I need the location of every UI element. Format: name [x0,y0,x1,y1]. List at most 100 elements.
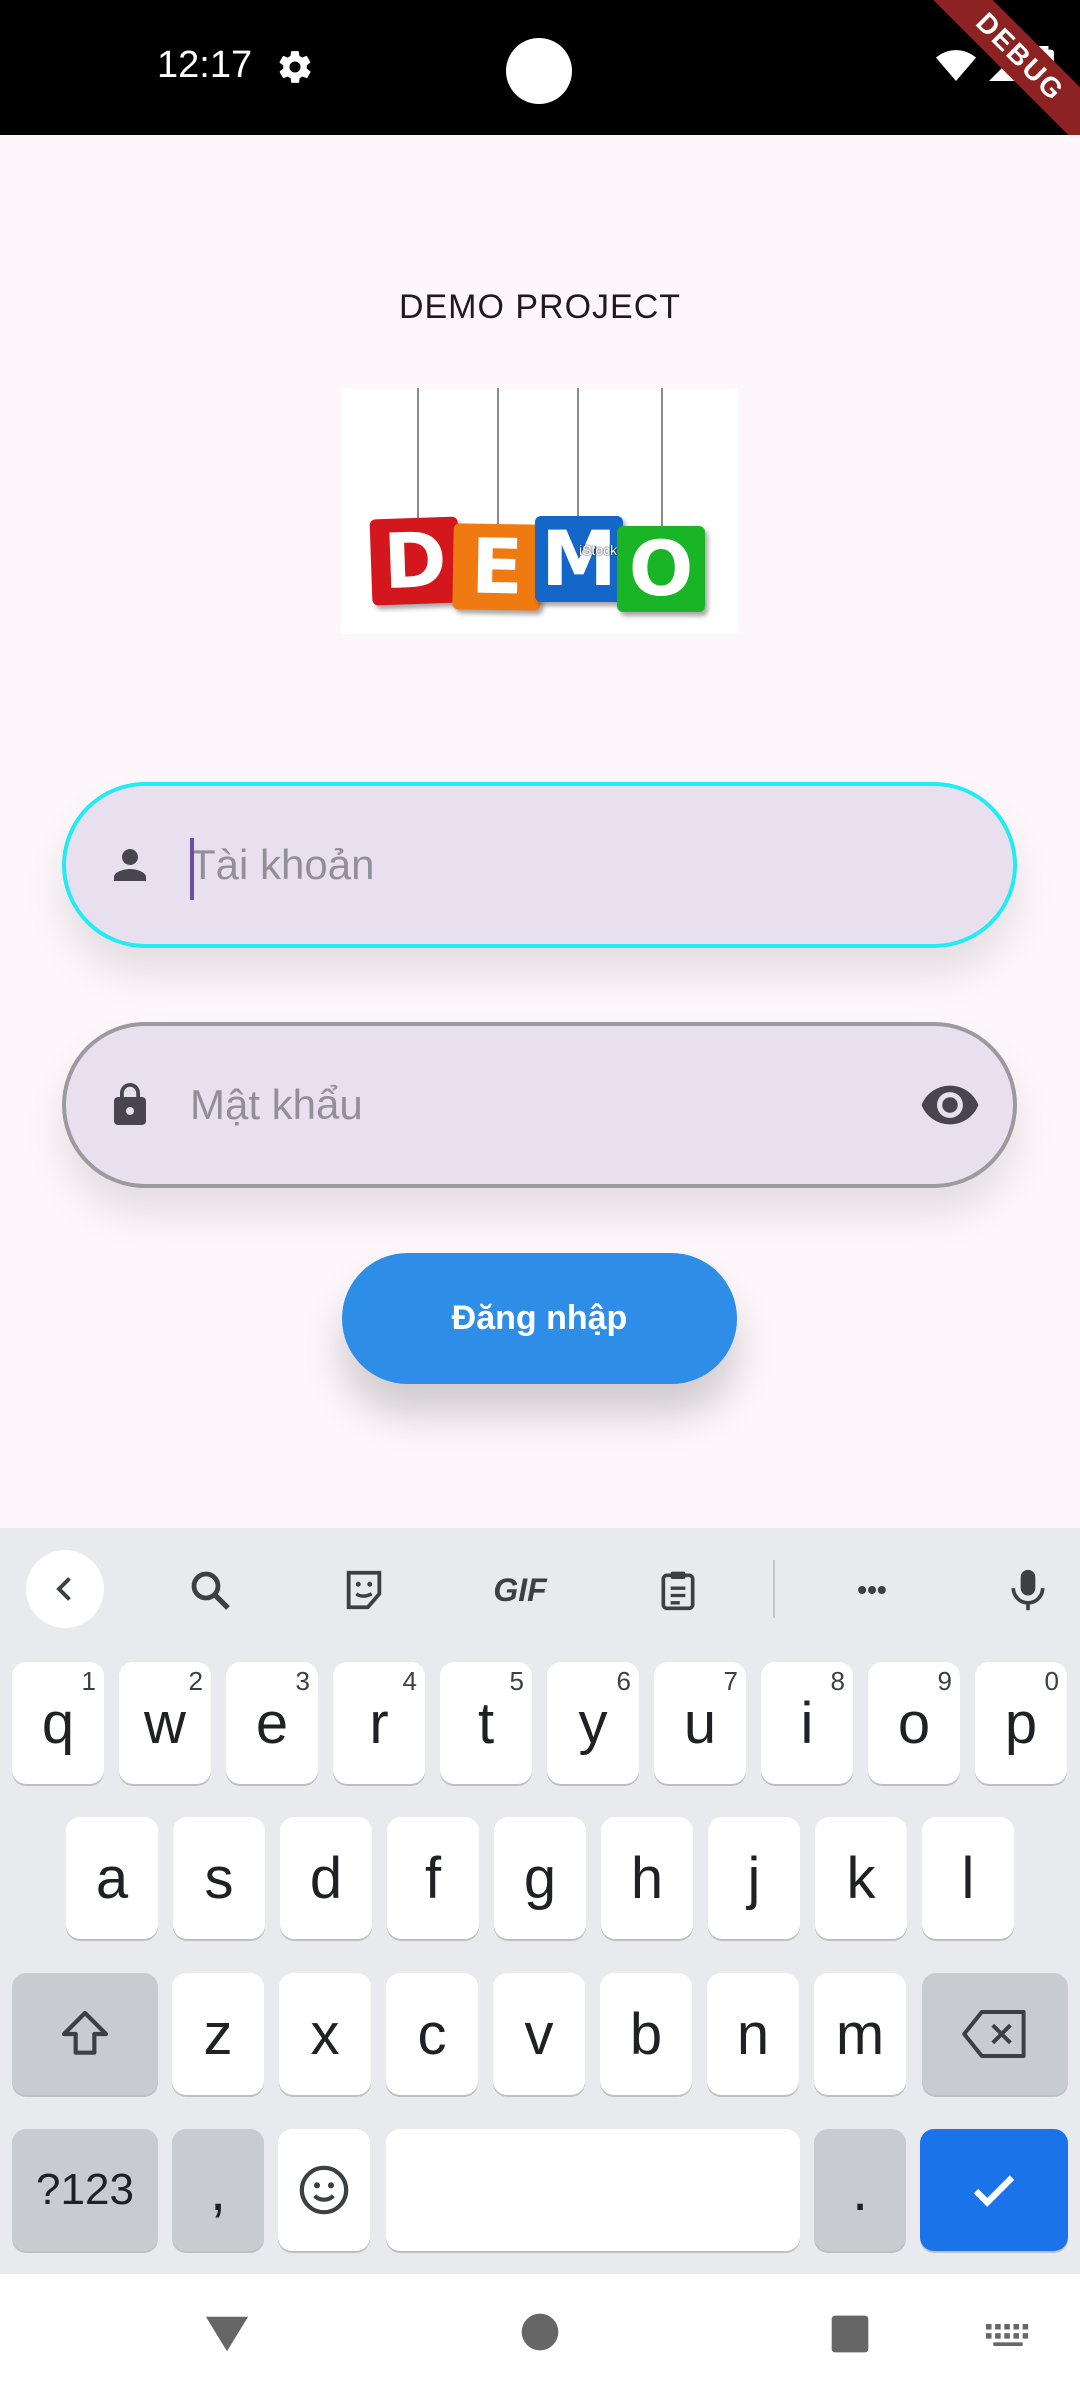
key-number-hint: 0 [1044,1666,1059,1696]
key-l[interactable]: l [922,1817,1014,1939]
key-number-hint: 3 [295,1666,310,1696]
camera-cutout [506,38,572,104]
toolbar-divider [773,1560,775,1618]
hanging-string [417,388,419,524]
show-password-eye-icon[interactable] [919,1074,981,1136]
logo-letter-tile: M [535,516,623,602]
logo-watermark: iStock [579,542,618,558]
keyboard-sticker-button[interactable] [338,1564,390,1616]
shift-key[interactable] [12,1973,158,2095]
key-label: e [255,1690,289,1756]
key-number-hint: 1 [81,1666,96,1696]
clipboard-icon [661,1571,695,1611]
hanging-string [661,388,663,530]
emoji-key[interactable] [278,2129,370,2251]
hanging-string [577,388,579,520]
checkmark-icon [973,2175,1015,2207]
keyboard-back-button[interactable] [26,1550,104,1628]
keyboard-mic-button[interactable] [1002,1564,1054,1616]
key-v[interactable]: v [493,1973,585,2095]
key-d[interactable]: d [280,1817,372,1939]
demo-logo-image: D E M O iStock [341,388,738,634]
username-input[interactable] [190,786,903,944]
key-b[interactable]: b [600,1973,692,2095]
mic-icon [1011,1569,1045,1611]
key-x[interactable]: x [279,1973,371,2095]
comma-key[interactable]: , [172,2129,264,2251]
key-label: y [578,1690,608,1756]
text-caret [190,838,194,900]
backspace-key[interactable] [922,1973,1068,2095]
key-c[interactable]: c [386,1973,478,2095]
logo-letter-tile: O [617,526,705,612]
keyboard-search-button[interactable] [184,1564,236,1616]
key-number-hint: 9 [937,1666,952,1696]
keyboard-clipboard-button[interactable] [652,1564,704,1616]
key-number-hint: 2 [188,1666,203,1696]
soft-keyboard: GIF ••• q1w2e3r4t5y6u7i8o9p0 asdfghjkl z… [0,1528,1080,2274]
status-bar: 12:17 DEBUG [0,0,1080,135]
back-triangle-icon[interactable] [204,2314,250,2354]
keyboard-toolbar: GIF ••• [0,1528,1080,1651]
key-y[interactable]: y6 [547,1662,639,1784]
logo-letter-tile: D [369,515,461,606]
key-number-hint: 4 [402,1666,417,1696]
key-g[interactable]: g [494,1817,586,1939]
key-number-hint: 7 [723,1666,738,1696]
key-e[interactable]: e3 [226,1662,318,1784]
search-icon [191,1571,230,1610]
home-circle-icon[interactable] [520,2312,560,2352]
wifi-icon [936,50,976,81]
key-label: i [800,1690,814,1756]
key-q[interactable]: q1 [12,1662,104,1784]
settings-gear-icon [279,51,311,83]
key-label: o [897,1690,931,1756]
key-label: w [144,1690,186,1756]
recents-square-icon[interactable] [830,2314,870,2354]
key-label: q [41,1690,75,1756]
key-label: t [477,1690,495,1756]
person-icon [114,849,146,881]
page-title: DEMO PROJECT [398,288,682,326]
lock-icon [114,1083,146,1125]
key-w[interactable]: w2 [119,1662,211,1784]
key-number-hint: 5 [509,1666,524,1696]
emoji-icon [299,2165,349,2215]
login-button[interactable]: Đăng nhập [342,1253,737,1384]
logo-letter-tile: E [452,522,542,611]
keyboard-switch-icon[interactable] [986,2324,1030,2346]
period-key[interactable]: . [814,2129,906,2251]
key-h[interactable]: h [601,1817,693,1939]
key-label: u [683,1690,717,1756]
symbols-key[interactable]: ?123 [12,2129,158,2251]
key-n[interactable]: n [707,1973,799,2095]
key-f[interactable]: f [387,1817,479,1939]
key-z[interactable]: z [172,1973,264,2095]
key-r[interactable]: r4 [333,1662,425,1784]
navigation-bar [0,2274,1080,2400]
backspace-icon [962,2010,1026,2058]
key-m[interactable]: m [814,1973,906,2095]
gif-icon[interactable]: GIF [488,1564,552,1616]
key-i[interactable]: i8 [761,1662,853,1784]
username-field[interactable] [62,782,1017,948]
key-u[interactable]: u7 [654,1662,746,1784]
chevron-left-icon [56,1577,71,1601]
key-j[interactable]: j [708,1817,800,1939]
password-field[interactable] [62,1022,1017,1188]
key-label: p [1004,1690,1038,1756]
key-o[interactable]: o9 [868,1662,960,1784]
key-s[interactable]: s [173,1817,265,1939]
key-p[interactable]: p0 [975,1662,1067,1784]
more-icon[interactable]: ••• [842,1564,902,1616]
key-k[interactable]: k [815,1817,907,1939]
key-number-hint: 8 [830,1666,845,1696]
status-time: 12:17 [157,44,253,86]
hanging-string [497,388,499,528]
sticker-icon [346,1570,382,1610]
space-key[interactable] [386,2129,800,2251]
enter-key[interactable] [920,2129,1068,2251]
key-t[interactable]: t5 [440,1662,532,1784]
key-a[interactable]: a [66,1817,158,1939]
password-input[interactable] [190,1026,903,1184]
